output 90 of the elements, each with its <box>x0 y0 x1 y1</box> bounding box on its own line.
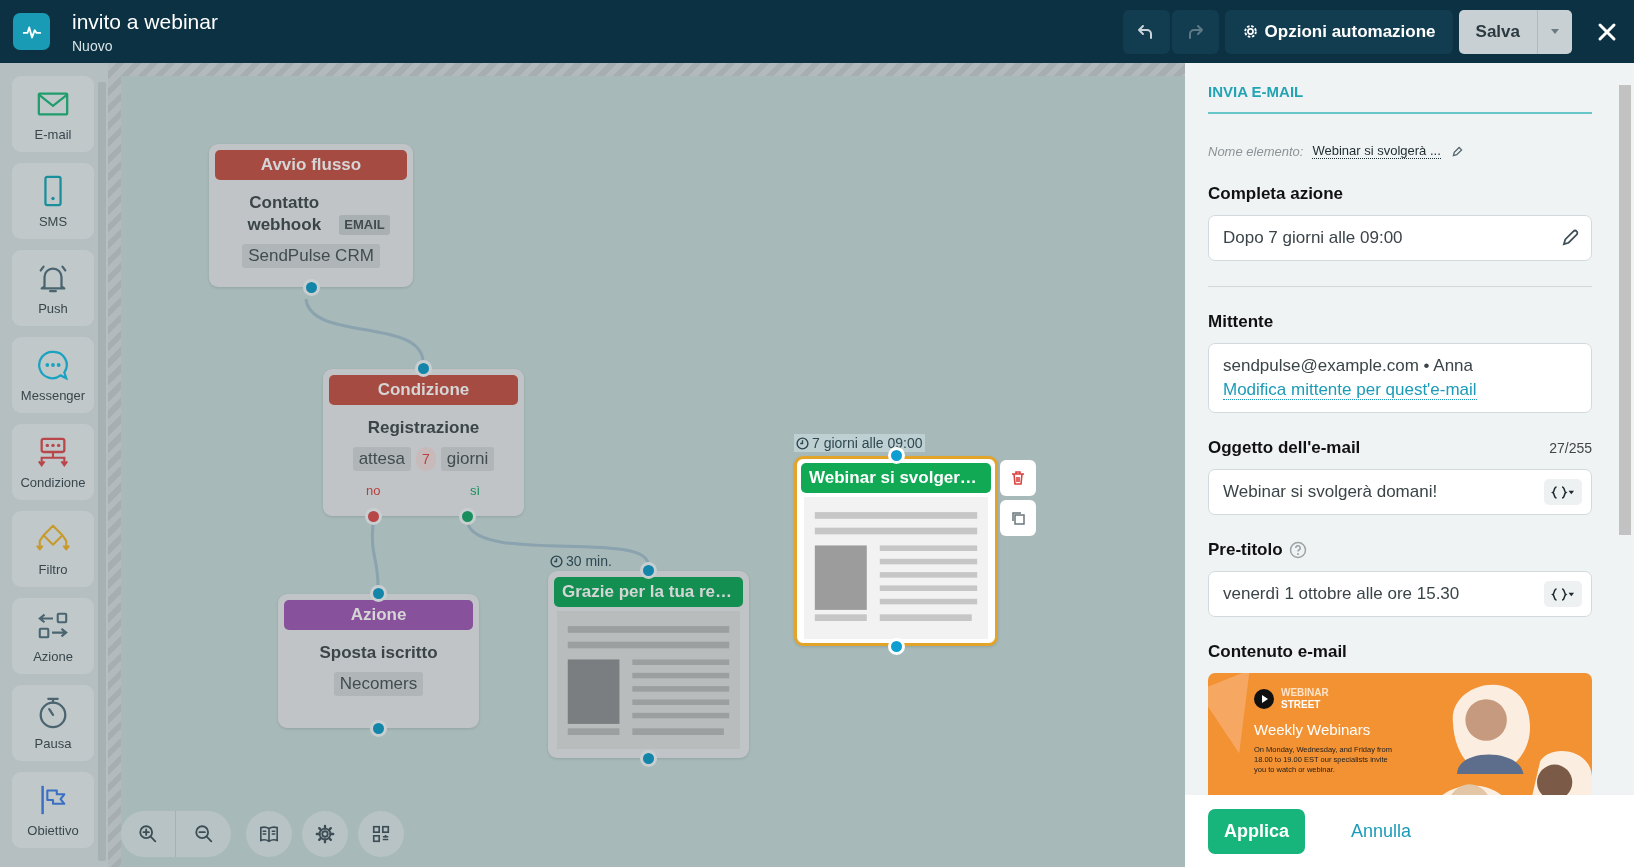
cancel-button[interactable]: Annulla <box>1351 820 1412 842</box>
flow-canvas[interactable]: Avvio flusso Contatto webhook EMAIL SendPulse CRM Condizione Registrazione attesa 7 giorni no sì Azione Sposta iscritto Necomers 30 min. Grazie per la tua re… 7 giorni alle 09:00 Webinar si svolger… <box>108 63 1185 867</box>
copy-icon <box>1010 510 1026 526</box>
braces-icon <box>1551 485 1575 499</box>
node-tag: attesa <box>352 447 411 471</box>
block-button[interactable]: Azione <box>12 598 94 674</box>
variables-button[interactable] <box>1544 581 1582 607</box>
node-tag: SendPulse CRM <box>242 244 380 268</box>
close-icon <box>1597 21 1617 42</box>
caret-icon <box>1551 29 1559 34</box>
branch-label: no <box>366 483 381 498</box>
connection-port[interactable] <box>370 720 387 737</box>
zoom-out-icon <box>193 824 214 844</box>
field-label: Mittente <box>1208 312 1274 332</box>
element-name-link[interactable]: Webinar si svolgerà ... <box>1312 143 1441 159</box>
branch-label: sì <box>469 483 480 498</box>
start-node[interactable]: Avvio flusso Contatto webhook EMAIL SendPulse CRM <box>209 144 413 287</box>
node-header: Webinar si svolger… <box>801 463 991 493</box>
logo-icon <box>13 13 50 50</box>
field-label: Contenuto e-mail <box>1208 642 1347 662</box>
block-button[interactable]: Filtro <box>12 511 94 587</box>
automation-title: invito a webinar <box>72 9 218 34</box>
play-icon <box>1254 689 1274 709</box>
email-heading: Weekly Webinars <box>1254 721 1372 738</box>
edit-sender-link[interactable]: Modifica mittente per quest'e-mail <box>1223 380 1477 400</box>
delay-label: 30 min. <box>548 552 614 570</box>
block-button[interactable]: Obiettivo <box>12 772 94 848</box>
block-button[interactable]: Push <box>12 250 94 326</box>
book-button[interactable] <box>246 811 292 857</box>
undo-button[interactable] <box>1122 9 1170 54</box>
qr-code-button[interactable] <box>358 811 404 857</box>
connection-port[interactable] <box>459 508 477 525</box>
automation-options-button[interactable]: Opzioni automazione <box>1224 9 1453 54</box>
email-node[interactable]: Webinar si svolger… <box>794 456 998 646</box>
block-button[interactable]: SMS <box>12 163 94 239</box>
element-name-label: Nome elemento: <box>1208 143 1304 159</box>
field-label: Completa azione <box>1208 184 1344 204</box>
braces-icon <box>1551 587 1575 601</box>
node-tag: giorni <box>440 447 495 471</box>
block-button[interactable]: Condizione <box>12 424 94 500</box>
connection-port[interactable] <box>370 585 387 602</box>
node-title: Registrazione <box>367 418 480 437</box>
schedule-field[interactable]: Dopo 7 giorni alle 09:00 <box>1208 215 1592 261</box>
settings-button[interactable] <box>302 811 348 857</box>
node-header: Condizione <box>329 375 518 405</box>
book-icon <box>259 824 279 844</box>
pencil-icon <box>1561 228 1580 247</box>
node-header: Grazie per la tua re… <box>554 577 743 607</box>
subject-field[interactable]: Webinar si svolgerà domani! <box>1208 469 1592 515</box>
brand-name: WEBINAR <box>1281 687 1329 699</box>
count-chip: 7 <box>415 447 436 471</box>
sender-address: sendpulse@example.com • Anna <box>1223 355 1475 377</box>
node-title: Contatto webhook <box>246 192 323 236</box>
brand-name: STREET <box>1281 699 1322 711</box>
block-button[interactable]: E-mail <box>12 76 94 152</box>
delete-button[interactable] <box>1000 460 1036 496</box>
block-button[interactable]: Pausa <box>12 685 94 761</box>
edit-schedule-button[interactable] <box>1561 228 1580 247</box>
settings-icon <box>315 824 335 844</box>
zoom-in-icon <box>138 824 158 844</box>
clock-icon <box>796 436 809 450</box>
connection-port[interactable] <box>640 562 657 579</box>
condition-node[interactable]: Condizione Registrazione attesa 7 giorni no sì <box>323 369 524 516</box>
character-counter: 27/255 <box>1549 440 1592 456</box>
automation-status: Nuovo <box>72 37 114 54</box>
connector-line <box>370 523 380 587</box>
save-button[interactable]: Salva <box>1458 9 1538 54</box>
trash-icon <box>1010 470 1026 486</box>
node-header: Azione <box>284 600 473 630</box>
save-menu-button[interactable] <box>1538 9 1572 54</box>
edit-name-button[interactable] <box>1450 144 1464 158</box>
delay-label: 7 giorni alle 09:00 <box>794 434 925 452</box>
section-heading: INVIA E-MAIL <box>1208 81 1592 114</box>
field-label: Pre-titolo <box>1208 540 1283 560</box>
connection-port[interactable] <box>415 360 432 377</box>
pencil-icon <box>1450 144 1464 158</box>
preheader-field[interactable]: venerdì 1 ottobre alle ore 15.30 <box>1208 571 1592 617</box>
clock-icon <box>550 554 563 568</box>
connection-port[interactable] <box>640 750 657 767</box>
node-tag: Necomers <box>333 672 424 696</box>
action-node[interactable]: Azione Sposta iscritto Necomers <box>278 594 479 728</box>
channel-tag: EMAIL <box>339 215 390 235</box>
copy-button[interactable] <box>1000 500 1036 536</box>
variables-button[interactable] <box>1544 479 1582 505</box>
node-title: Sposta iscritto <box>319 643 438 662</box>
block-button[interactable]: Messenger <box>12 337 94 413</box>
settings-icon <box>1241 23 1259 40</box>
node-header: Avvio flusso <box>215 150 407 180</box>
field-label: Oggetto dell'e-mail <box>1208 438 1361 458</box>
grid-icon <box>371 824 391 844</box>
